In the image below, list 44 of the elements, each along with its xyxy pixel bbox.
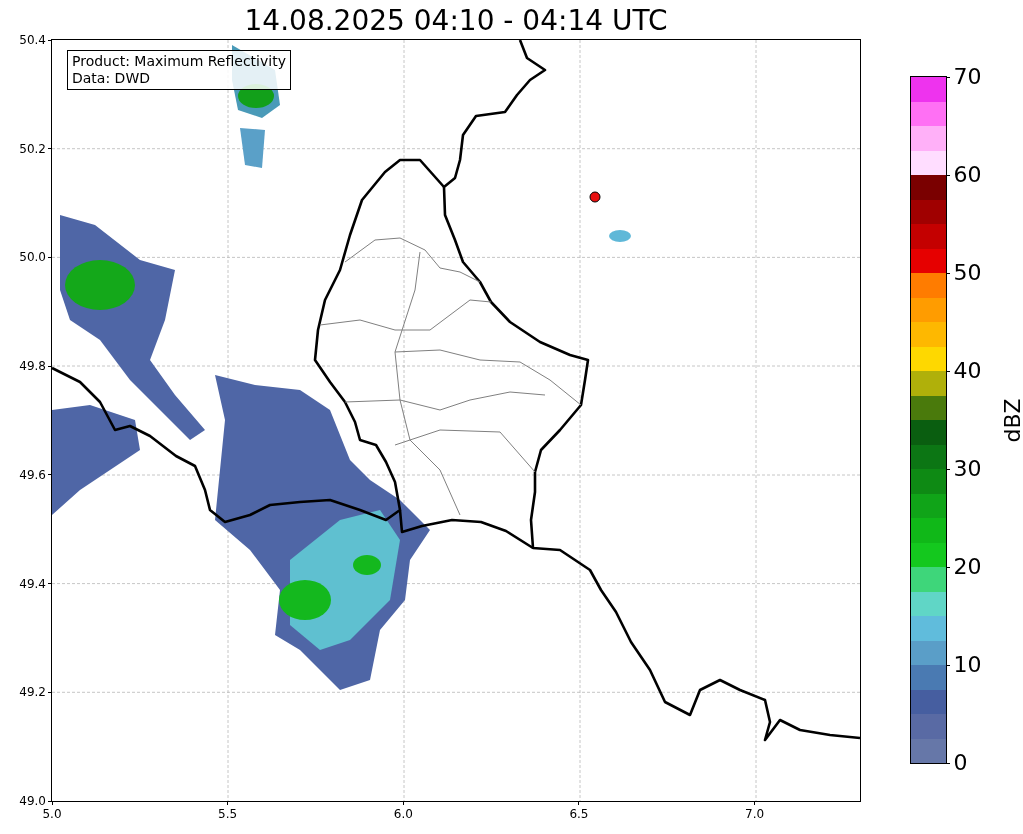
axis-tick-label: 49.6 bbox=[19, 467, 46, 482]
colorbar-label: dBZ bbox=[999, 397, 1023, 443]
chart-title: 14.08.2025 04:10 - 04:14 UTC bbox=[244, 3, 668, 38]
tick-mark bbox=[945, 468, 950, 470]
axis-tick-label: 49.2 bbox=[19, 685, 46, 700]
axis-tick-label: 6.5 bbox=[569, 807, 589, 821]
tick-mark bbox=[945, 76, 950, 78]
tick-mark bbox=[48, 148, 52, 150]
tick-mark bbox=[945, 762, 950, 764]
tick-mark bbox=[48, 691, 52, 693]
tick-mark bbox=[945, 664, 950, 666]
axis-tick-label: 6.0 bbox=[393, 807, 413, 821]
axis-tick-label: 5.0 bbox=[42, 807, 62, 821]
axis-tick-label: 50.0 bbox=[19, 250, 46, 265]
colorbar-tick-label: 20 bbox=[953, 555, 982, 579]
colorbar-tick-label: 60 bbox=[953, 163, 982, 187]
tick-mark bbox=[754, 801, 756, 805]
colorbar-tick-label: 10 bbox=[953, 653, 982, 677]
colorbar-tick-label: 30 bbox=[953, 457, 982, 481]
tick-mark bbox=[48, 256, 52, 258]
axis-tick-label: 49.0 bbox=[19, 794, 46, 808]
tick-mark bbox=[945, 174, 950, 176]
tick-mark bbox=[578, 801, 580, 805]
info-text: Product: Maximum Reflectivity bbox=[72, 53, 286, 70]
tick-mark bbox=[402, 801, 404, 805]
tick-mark bbox=[945, 566, 950, 568]
axis-tick-label: 7.0 bbox=[745, 807, 765, 821]
tick-mark bbox=[227, 801, 229, 805]
colorbar-tick-label: 50 bbox=[953, 261, 982, 285]
colorbar-tick-label: 70 bbox=[953, 65, 982, 89]
tick-mark bbox=[48, 583, 52, 585]
axis-tick-label: 50.4 bbox=[19, 33, 46, 47]
axis-tick-label: 49.4 bbox=[19, 576, 46, 591]
axis-tick-label: 5.5 bbox=[218, 807, 238, 821]
colorbar-tick-label: 0 bbox=[953, 751, 968, 775]
axis-tick-label: 50.2 bbox=[19, 141, 46, 156]
tick-mark bbox=[48, 474, 52, 476]
colorbar-tick-label: 40 bbox=[953, 359, 982, 383]
info-text: Data: DWD bbox=[72, 70, 151, 87]
axis-tick-label: 49.8 bbox=[19, 359, 46, 374]
tick-mark bbox=[945, 370, 950, 372]
tick-mark bbox=[48, 365, 52, 367]
tick-mark bbox=[945, 272, 950, 274]
tick-mark bbox=[48, 39, 52, 41]
